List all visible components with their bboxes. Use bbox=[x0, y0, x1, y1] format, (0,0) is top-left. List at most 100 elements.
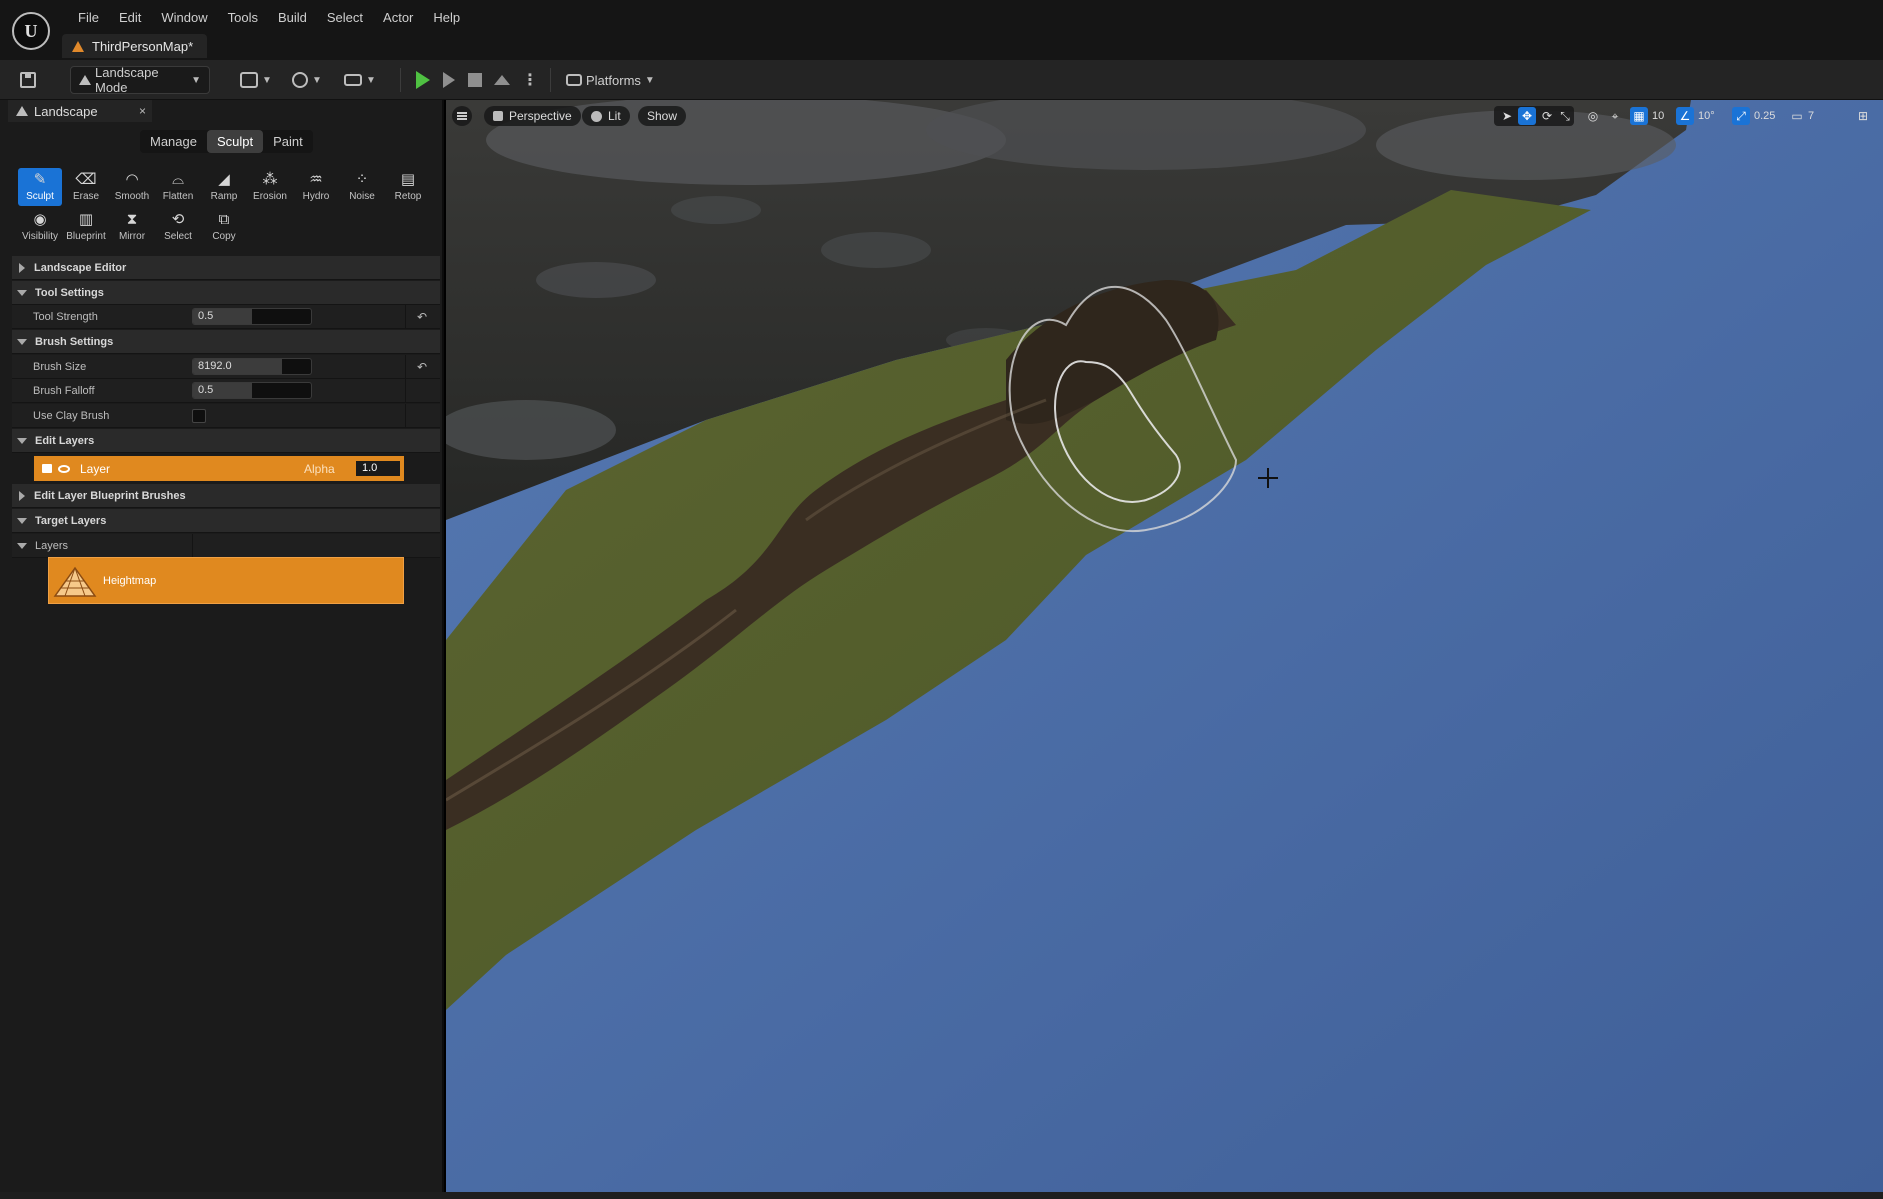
section-edit-layers[interactable]: Edit Layers bbox=[12, 429, 440, 453]
tool-erosion[interactable]: ⁂ Erosion bbox=[248, 168, 292, 206]
perspective-button[interactable]: Perspective bbox=[484, 106, 581, 126]
translate-icon[interactable]: ✥ bbox=[1518, 107, 1536, 125]
alpha-label: Alpha bbox=[304, 461, 335, 476]
tool-sculpt[interactable]: ✎ Sculpt bbox=[18, 168, 62, 206]
viewport-options-button[interactable] bbox=[452, 106, 472, 126]
field-value: 0.5 bbox=[198, 310, 214, 322]
scale-snap-value[interactable]: 0.25 bbox=[1754, 107, 1775, 125]
menu-edit[interactable]: Edit bbox=[109, 8, 151, 27]
save-button[interactable] bbox=[20, 66, 42, 94]
menu-actor[interactable]: Actor bbox=[373, 8, 423, 27]
platforms-button[interactable]: Platforms ▼ bbox=[566, 66, 655, 94]
viewport-toolbar: Perspective Lit Show ➤ ✥ ⟳ ⤡ ◎ ⌖ ▦ 10 ∠ … bbox=[446, 100, 1883, 132]
menu-select[interactable]: Select bbox=[317, 8, 373, 27]
add-content-button[interactable]: ▼ bbox=[240, 66, 272, 94]
cinematics-button[interactable]: ▼ bbox=[344, 66, 376, 94]
section-landscape-editor[interactable]: Landscape Editor bbox=[12, 256, 440, 280]
tool-strength-input[interactable]: 0.5 bbox=[192, 308, 312, 325]
landscape-mode-tabs: Manage Sculpt Paint bbox=[140, 130, 313, 153]
platforms-icon bbox=[566, 74, 582, 86]
sub-section-layers[interactable]: Layers bbox=[12, 534, 440, 558]
tool-visibility[interactable]: ◉ Visibility bbox=[18, 208, 62, 246]
rotate-icon[interactable]: ⟳ bbox=[1538, 107, 1556, 125]
platforms-label: Platforms bbox=[586, 72, 641, 88]
scale-snap-icon[interactable]: ⤢ bbox=[1732, 107, 1750, 125]
prop-label: Use Clay Brush bbox=[33, 409, 110, 422]
level-viewport[interactable]: Perspective Lit Show ➤ ✥ ⟳ ⤡ ◎ ⌖ ▦ 10 ∠ … bbox=[446, 100, 1883, 1192]
close-icon[interactable]: × bbox=[139, 104, 146, 118]
camera-speed-icon[interactable]: ▭ bbox=[1788, 107, 1806, 125]
blueprint-button[interactable]: ▼ bbox=[292, 66, 322, 94]
collapse-arrow-icon bbox=[17, 437, 27, 444]
tool-label: Sculpt bbox=[26, 191, 54, 202]
landscape-panel: Landscape × Manage Sculpt Paint ✎ Sculpt … bbox=[0, 100, 444, 1192]
more-options-icon: ⋮ bbox=[522, 72, 538, 89]
tool-label: Visibility bbox=[22, 231, 58, 242]
mode-selector[interactable]: Landscape Mode ▼ bbox=[70, 65, 210, 95]
stop-icon bbox=[468, 73, 482, 87]
grid-snap-value[interactable]: 10 bbox=[1652, 107, 1664, 125]
reset-icon[interactable]: ↶ bbox=[417, 310, 427, 324]
menu-help[interactable]: Help bbox=[423, 8, 470, 27]
toolbar-divider bbox=[400, 68, 401, 92]
rotation-snap-icon[interactable]: ∠ bbox=[1676, 107, 1694, 125]
menu-file[interactable]: File bbox=[68, 8, 109, 27]
rotation-snap-value[interactable]: 10° bbox=[1698, 107, 1715, 125]
unreal-logo[interactable]: U bbox=[12, 12, 50, 50]
section-tool-settings[interactable]: Tool Settings bbox=[12, 281, 440, 305]
tool-noise[interactable]: ⁘ Noise bbox=[340, 168, 384, 206]
menu-tools[interactable]: Tools bbox=[218, 8, 268, 27]
alpha-input[interactable]: 1.0 bbox=[354, 459, 402, 478]
retopologize-icon: ▤ bbox=[400, 171, 416, 188]
menu-build[interactable]: Build bbox=[268, 8, 317, 27]
stop-button[interactable] bbox=[468, 66, 482, 94]
section-brush-settings[interactable]: Brush Settings bbox=[12, 330, 440, 354]
use-clay-brush-checkbox[interactable] bbox=[192, 409, 206, 423]
menu-window[interactable]: Window bbox=[151, 8, 217, 27]
level-tab[interactable]: ThirdPersonMap* bbox=[62, 34, 208, 58]
select-arrow-icon[interactable]: ➤ bbox=[1498, 107, 1516, 125]
tool-label: Flatten bbox=[162, 191, 194, 202]
play-button[interactable] bbox=[416, 66, 430, 94]
advance-frame-button[interactable] bbox=[443, 66, 455, 94]
tool-smooth[interactable]: ◠ Smooth bbox=[110, 168, 154, 206]
grid-snap-icon[interactable]: ▦ bbox=[1630, 107, 1648, 125]
camera-speed-value[interactable]: 7 bbox=[1808, 107, 1814, 125]
reset-icon[interactable]: ↶ bbox=[417, 360, 427, 374]
erosion-icon: ⁂ bbox=[262, 171, 278, 188]
lock-icon[interactable] bbox=[42, 464, 52, 473]
tool-mirror[interactable]: ⧗ Mirror bbox=[110, 208, 154, 246]
tool-label: Noise bbox=[349, 191, 375, 202]
scale-icon[interactable]: ⤡ bbox=[1556, 107, 1574, 125]
section-edit-layer-blueprint-brushes[interactable]: Edit Layer Blueprint Brushes bbox=[12, 484, 440, 508]
surface-snap-icon[interactable]: ⌖ bbox=[1606, 107, 1624, 125]
status-bar bbox=[0, 1192, 1883, 1199]
tool-select[interactable]: ⟲ Select bbox=[156, 208, 200, 246]
tab-sculpt[interactable]: Sculpt bbox=[206, 130, 264, 153]
toolbar-divider bbox=[550, 68, 551, 92]
tool-label: Hydro bbox=[302, 191, 330, 202]
tool-hydro[interactable]: ♒ Hydro bbox=[294, 168, 338, 206]
tool-ramp[interactable]: ◢ Ramp bbox=[202, 168, 246, 206]
eye-icon[interactable] bbox=[58, 464, 70, 473]
eject-button[interactable] bbox=[494, 66, 510, 94]
world-space-globe-icon[interactable]: ◎ bbox=[1584, 107, 1602, 125]
view-mode-button[interactable]: Lit bbox=[582, 106, 630, 126]
heightmap-layer[interactable]: Heightmap bbox=[48, 557, 404, 604]
tool-retop[interactable]: ▤ Retop bbox=[386, 168, 430, 206]
edit-layer-row[interactable]: Layer Alpha 1.0 bbox=[34, 456, 404, 481]
viewport-layout-icon[interactable]: ⊞ bbox=[1854, 107, 1872, 125]
show-button[interactable]: Show bbox=[638, 106, 687, 126]
tab-manage[interactable]: Manage bbox=[140, 130, 207, 153]
tool-flatten[interactable]: ⌓ Flatten bbox=[156, 168, 200, 206]
section-target-layers[interactable]: Target Layers bbox=[12, 509, 440, 533]
tool-erase[interactable]: ⌫ Erase bbox=[64, 168, 108, 206]
brush-size-input[interactable]: 8192.0 bbox=[192, 358, 312, 375]
tool-copy[interactable]: ⧉ Copy bbox=[202, 208, 246, 246]
tool-blueprint[interactable]: ▥ Blueprint bbox=[64, 208, 108, 246]
play-options-button[interactable]: ⋮ bbox=[522, 66, 538, 94]
tool-label: Erase bbox=[72, 191, 100, 202]
landscape-panel-tab[interactable]: Landscape × bbox=[8, 100, 152, 122]
tab-paint[interactable]: Paint bbox=[263, 130, 313, 153]
brush-falloff-input[interactable]: 0.5 bbox=[192, 382, 312, 399]
